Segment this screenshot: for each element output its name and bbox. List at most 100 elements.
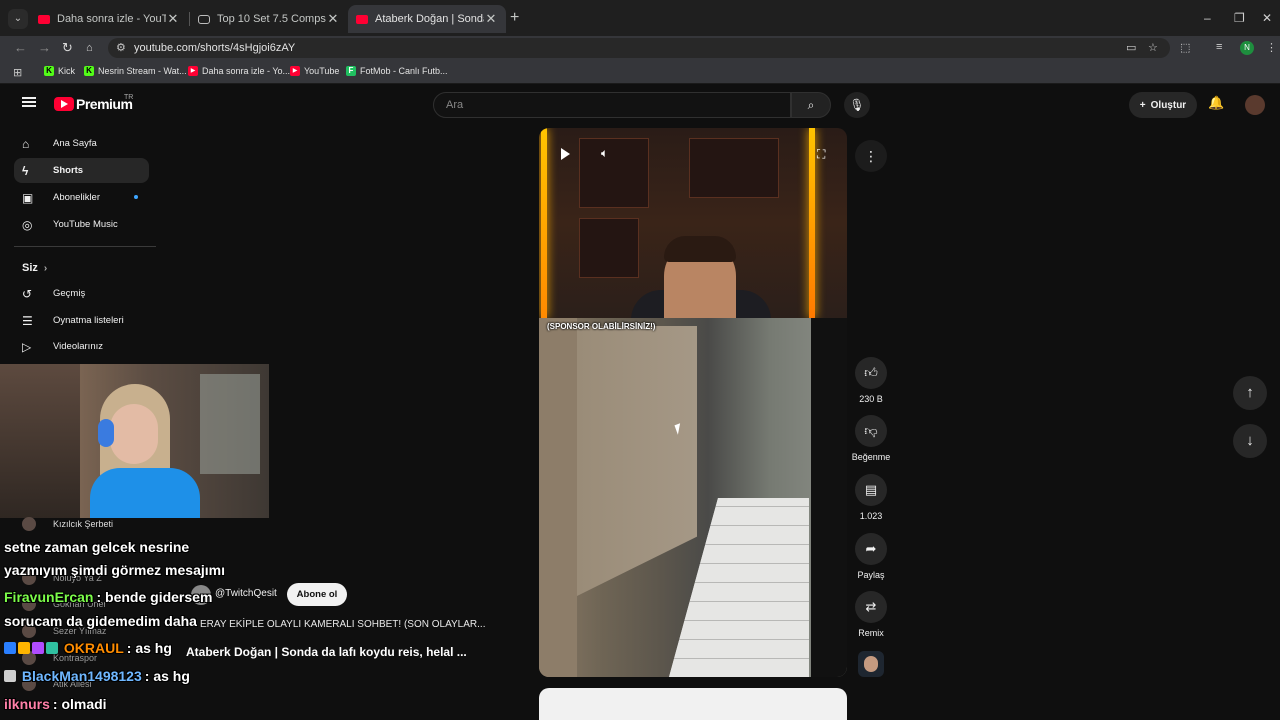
create-button[interactable]: + Oluştur xyxy=(1129,92,1197,118)
shelf-figures xyxy=(689,138,779,198)
chat-badge-icon xyxy=(46,642,58,654)
media-control-icon[interactable]: ≡ xyxy=(1216,41,1222,53)
back-icon[interactable]: ← xyxy=(14,39,27,57)
notifications-bell-icon[interactable]: 🔔 xyxy=(1208,95,1224,111)
play-icon[interactable] xyxy=(561,148,570,160)
sidebar-item-your-videos[interactable]: ▷ Videolarınız xyxy=(14,334,149,359)
chat-badge-icon xyxy=(18,642,30,654)
remix-icon: ⇄ xyxy=(855,591,887,623)
subscriptions-icon: ▣ xyxy=(22,190,34,205)
subscription-channel-name[interactable]: Kızılcık Şerbeti xyxy=(53,519,113,529)
chevron-right-icon: › xyxy=(43,262,48,274)
sidebar-item-label: Videolarınız xyxy=(53,341,103,352)
close-tab-icon[interactable]: ✕ xyxy=(326,11,340,27)
site-info-icon[interactable]: ⚙ xyxy=(116,41,126,54)
bookmark-nesrin-stream[interactable]: K Nesrin Stream - Wat... xyxy=(84,66,187,76)
chat-text: : as hg xyxy=(144,668,190,684)
address-bar[interactable]: ⚙ youtube.com/shorts/4sHgjoi6zAY ▭ ☆ xyxy=(108,38,1170,58)
tft-favicon-icon xyxy=(198,14,210,24)
chat-text: yazmıyım şimdi görmez mesajımı xyxy=(4,562,225,578)
chat-badge-icon xyxy=(4,670,16,682)
channel-thumbnail[interactable] xyxy=(858,651,884,677)
chat-message: sorucam da gidemedim daha xyxy=(4,613,197,629)
close-tab-icon[interactable]: ✕ xyxy=(484,11,498,27)
dislike-button[interactable]: 👎︎ Beğenme xyxy=(845,415,897,462)
tab-search-button[interactable]: ⌄ xyxy=(8,9,28,29)
extensions-icon[interactable]: ⬚ xyxy=(1180,41,1190,54)
bookmark-youtube[interactable]: ▶ YouTube xyxy=(290,66,339,76)
chat-text: : olmadi xyxy=(52,696,107,712)
headset-icon xyxy=(98,419,114,447)
new-tab-icon[interactable]: + xyxy=(510,10,519,26)
chat-text: sorucam da gidemedim daha xyxy=(4,613,197,629)
next-short-preview[interactable] xyxy=(539,688,847,720)
sidebar-item-shorts[interactable]: ϟ Shorts xyxy=(14,158,149,183)
home-button-icon[interactable]: ⌂ xyxy=(86,39,93,57)
url-text: youtube.com/shorts/4sHgjoi6zAY xyxy=(134,42,296,54)
short-channel-handle[interactable]: @TwitchQesit xyxy=(215,588,277,599)
cast-icon[interactable]: ▭ xyxy=(1126,41,1136,54)
fullscreen-icon[interactable]: ⛶ xyxy=(817,147,825,162)
next-short-arrow-icon[interactable]: ↓ xyxy=(1233,424,1267,458)
chat-username: ilknurs xyxy=(4,696,50,712)
previous-short-arrow-icon[interactable]: ↑ xyxy=(1233,376,1267,410)
thumbs-down-icon: 👎︎ xyxy=(855,415,887,447)
reload-icon[interactable]: ↻ xyxy=(62,39,73,57)
you-section-label: Siz xyxy=(22,262,38,274)
browser-tab-active-short[interactable]: Ataberk Doğan | Sonda da lafı k ✕ xyxy=(348,5,506,33)
chat-message: BlackMan1498123: as hg xyxy=(4,668,190,684)
sidebar-item-youtube-music[interactable]: ◎ YouTube Music xyxy=(14,212,149,237)
remix-button[interactable]: ⇄ Remix xyxy=(845,591,897,638)
fotmob-icon: F xyxy=(346,66,356,76)
screen: ⌄ Daha sonra izle - YouTube ✕ Top 10 Set… xyxy=(0,0,1280,720)
browser-tab-watch-later[interactable]: Daha sonra izle - YouTube ✕ xyxy=(30,5,188,33)
browser-tab-tft[interactable]: Top 10 Set 7.5 Comps | TFT Set ✕ xyxy=(190,5,348,33)
account-avatar[interactable] xyxy=(1245,95,1265,115)
short-title[interactable]: Ataberk Doğan | Sonda da lafı koydu reis… xyxy=(186,645,467,659)
like-button[interactable]: 👍︎ 230 B xyxy=(845,357,897,404)
chat-text: setne zaman gelcek nesrine xyxy=(4,539,190,555)
chat-message: FiravunErcan: bende gidersem xyxy=(4,589,212,605)
browser-menu-icon[interactable]: ⋮ xyxy=(1266,41,1277,54)
plus-icon: + xyxy=(1139,99,1146,111)
chat-message: OKRAUL: as hg xyxy=(4,640,172,656)
youtube-logo-icon[interactable] xyxy=(54,97,74,111)
you-section-header[interactable]: Siz › xyxy=(22,262,47,274)
shorts-video-player[interactable]: (SPONSOR OLABİLİRSİNİZ!) 🔈︎ ⛶ xyxy=(539,128,847,677)
guide-menu-icon[interactable] xyxy=(22,97,36,107)
comments-button[interactable]: ▤ 1.023 xyxy=(845,474,897,521)
share-icon: ➦ xyxy=(855,533,887,565)
sidebar-item-label: Geçmiş xyxy=(53,288,86,299)
tab-title: Daha sonra izle - YouTube xyxy=(57,13,166,25)
voice-search-icon[interactable]: 🎙 xyxy=(844,92,870,118)
forward-icon[interactable]: → xyxy=(38,39,51,57)
share-button[interactable]: ➦ Paylaş xyxy=(845,533,897,580)
sidebar-item-history[interactable]: ↺ Geçmiş xyxy=(14,281,149,306)
sidebar-item-label: Abonelikler xyxy=(53,192,100,203)
sidebar-item-home[interactable]: ⌂ Ana Sayfa xyxy=(14,131,149,156)
profile-avatar[interactable]: N xyxy=(1240,41,1254,55)
sidebar-item-label: Ana Sayfa xyxy=(53,138,97,149)
subscribe-button[interactable]: Abone ol xyxy=(287,583,347,606)
restore-icon[interactable]: ❐ xyxy=(1234,10,1245,26)
comment-icon: ▤ xyxy=(855,474,887,506)
apps-grid-icon[interactable]: ⊞ xyxy=(13,66,22,79)
close-window-icon[interactable]: ✕ xyxy=(1262,10,1272,26)
volume-icon[interactable]: 🔈︎ xyxy=(601,146,608,161)
sidebar-item-subscriptions[interactable]: ▣ Abonelikler xyxy=(14,185,149,210)
bookmark-fotmob[interactable]: F FotMob - Canlı Futb... xyxy=(346,66,448,76)
close-tab-icon[interactable]: ✕ xyxy=(166,11,180,27)
minimize-icon[interactable]: – xyxy=(1204,10,1211,26)
chat-text: : as hg xyxy=(126,640,172,656)
search-input[interactable]: Ara xyxy=(433,92,791,118)
sidebar-item-playlists[interactable]: ☰ Oynatma listeleri xyxy=(14,308,149,333)
tab-title: Top 10 Set 7.5 Comps | TFT Set xyxy=(217,13,326,25)
search-icon[interactable]: ⌕ xyxy=(791,92,831,118)
more-options-icon[interactable]: ⋮ xyxy=(855,140,887,172)
short-subtitle: ERAY EKİPLE OLAYLI KAMERALI SOHBET! (SON… xyxy=(200,619,486,630)
sidebar-item-label: Shorts xyxy=(53,165,84,176)
bookmark-star-icon[interactable]: ☆ xyxy=(1148,41,1158,54)
bookmark-kick[interactable]: K Kick xyxy=(44,66,75,76)
led-strip-left xyxy=(541,128,547,318)
bookmark-watch-later[interactable]: ▶ Daha sonra izle - Yo... xyxy=(188,66,290,76)
